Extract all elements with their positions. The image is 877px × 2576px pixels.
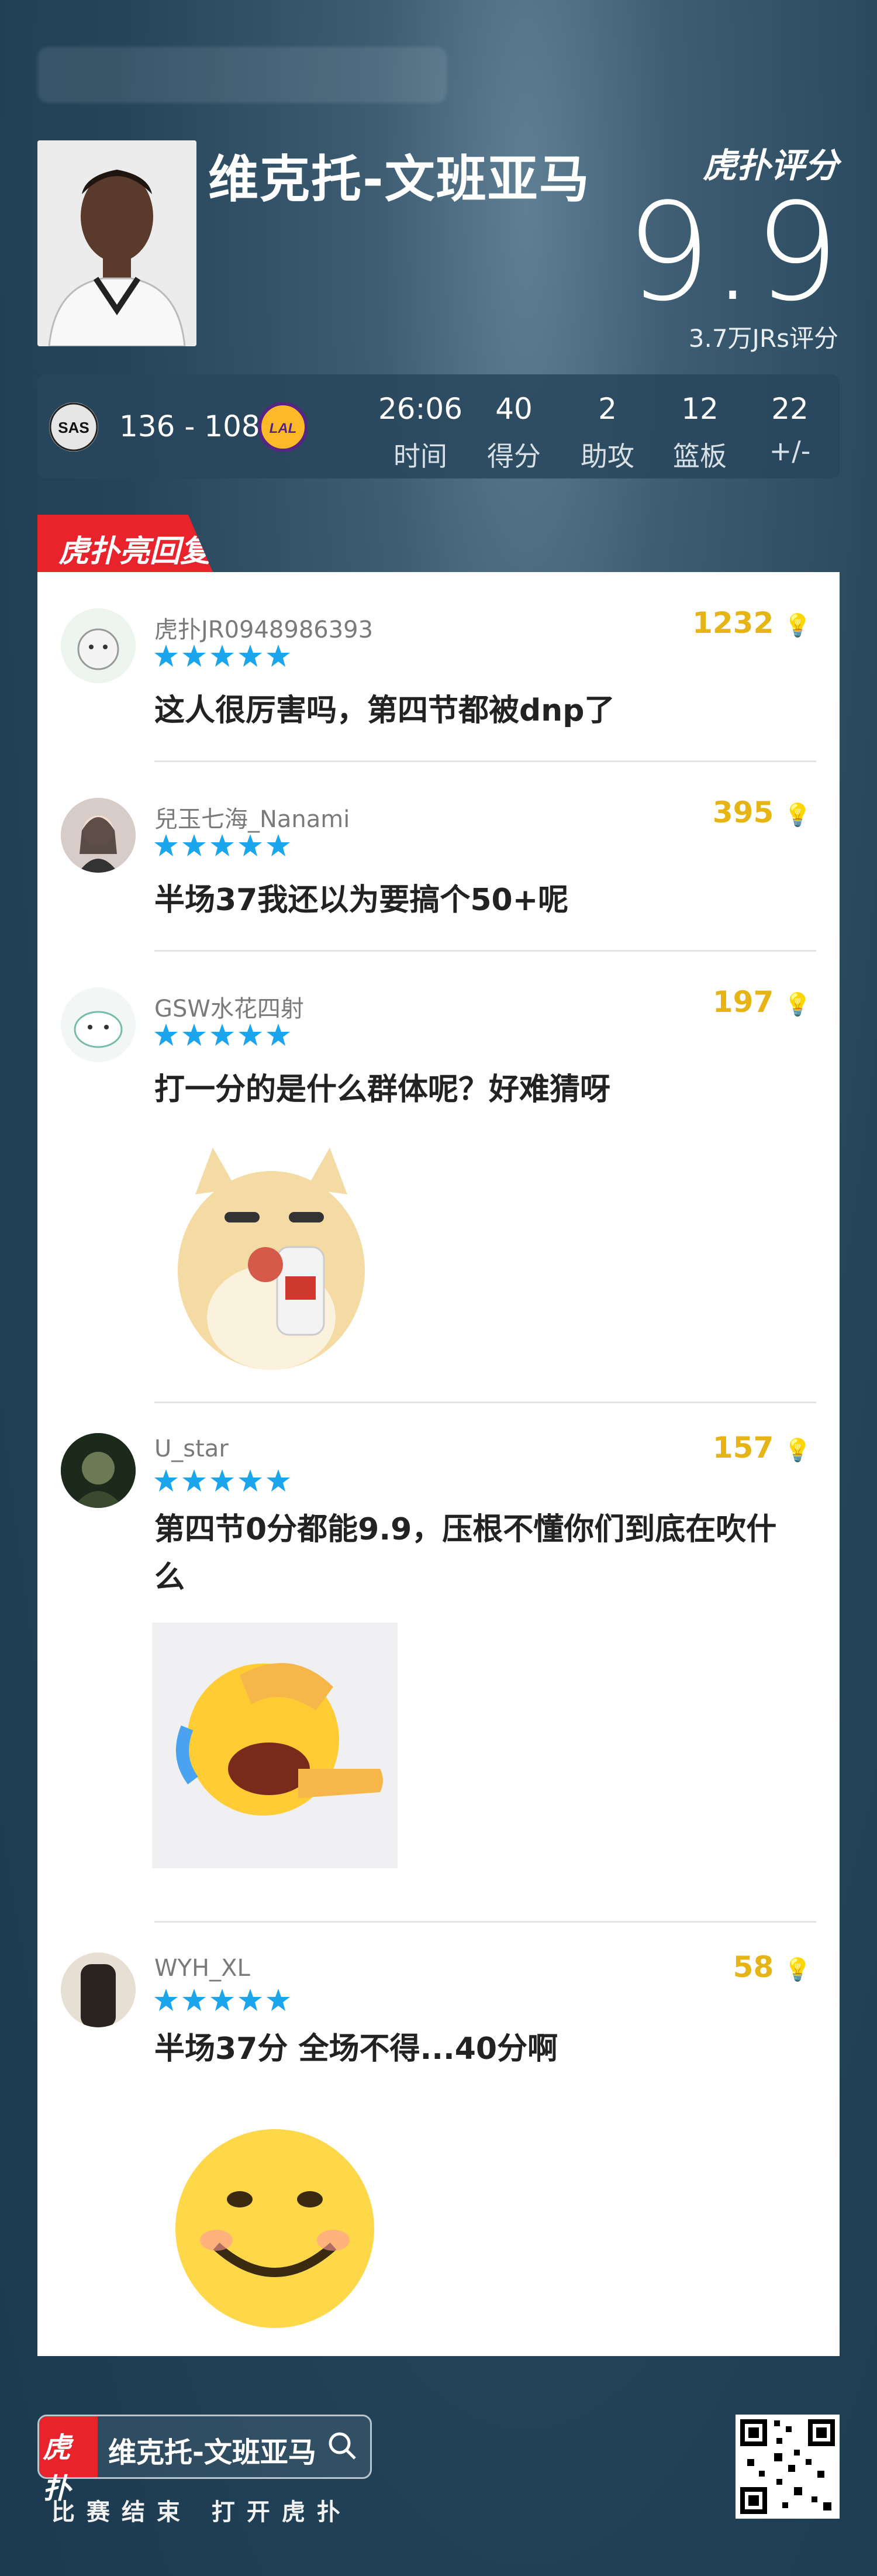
rating-stars xyxy=(154,833,295,861)
rating-stars xyxy=(154,1468,295,1496)
like-count-value: 197 xyxy=(712,985,774,1019)
rating-stars xyxy=(154,1988,295,2016)
rating-stars xyxy=(154,643,295,671)
user-avatar[interactable] xyxy=(61,798,136,873)
open-app-hint: 比赛结束 打开虎扑 xyxy=(51,2499,352,2526)
search-text: 维克托-文班亚马 xyxy=(108,2436,316,2469)
comment-text: 第四节0分都能9.9，压根不懂你们到底在吹什么 xyxy=(154,1512,777,1595)
comments-card: 虎扑JR0948986393 1232 💡 这人很厉害吗，第四节都被dnp了 兒 xyxy=(37,572,840,2356)
lightbulb-icon: 💡 xyxy=(783,612,812,638)
star-icon xyxy=(154,645,290,667)
comment-username[interactable]: WYH_XL xyxy=(154,1955,250,1982)
divider xyxy=(154,950,816,952)
comment-username[interactable]: U_star xyxy=(154,1435,229,1462)
comment-username[interactable]: GSW水花四射 xyxy=(154,990,304,1024)
stat-label: 篮板 xyxy=(673,440,727,472)
comment-username[interactable]: 兒玉七海_Nanami xyxy=(154,800,350,834)
stat-time: 26:06 时间 xyxy=(377,392,464,474)
game-stats-bar: SAS 136 - 108 LAL 26:06 时间 40 得分 2 助攻 12… xyxy=(37,374,840,478)
comment-username[interactable]: 虎扑JR0948986393 xyxy=(154,611,373,645)
like-count[interactable]: 157 💡 xyxy=(713,1431,812,1465)
star-icon xyxy=(154,1024,290,1046)
user-avatar[interactable] xyxy=(61,1433,136,1508)
search-bar[interactable]: 虎扑 维克托-文班亚马 xyxy=(37,2415,372,2505)
rating-stars xyxy=(154,1022,295,1051)
like-count-value: 1232 xyxy=(692,606,774,640)
stat-assists: 2 助攻 xyxy=(564,392,651,474)
lightbulb-icon: 💡 xyxy=(783,1437,812,1463)
lightbulb-icon: 💡 xyxy=(783,991,812,1017)
user-avatar[interactable] xyxy=(61,608,136,683)
comment-text: 打一分的是什么群体呢？好难猜呀 xyxy=(154,1072,611,1107)
player-avatar xyxy=(37,140,196,346)
divider xyxy=(154,760,816,762)
home-badge-text: SAS xyxy=(58,419,89,436)
rating-count: 3.7万JRs评分 xyxy=(688,324,838,353)
stat-rebounds: 12 篮板 xyxy=(656,392,744,474)
divider xyxy=(154,1401,816,1403)
like-count-value: 58 xyxy=(733,1950,774,1984)
section-title-tab: 虎扑亮回复 xyxy=(37,515,213,572)
comment-text: 半场37我还以为要搞个50+呢 xyxy=(154,883,569,918)
stat-value: 12 xyxy=(681,392,719,426)
away-badge-text: LAL xyxy=(270,421,297,436)
star-icon xyxy=(154,1469,290,1492)
spurs-logo-icon: SAS xyxy=(49,402,98,452)
laughing-emoji-sticker[interactable] xyxy=(152,1623,398,1868)
blurred-header-strip xyxy=(37,47,447,103)
stat-label: 得分 xyxy=(487,440,541,472)
lightbulb-icon: 💡 xyxy=(783,1957,812,1982)
stat-value: 2 xyxy=(598,392,617,426)
stat-points: 40 得分 xyxy=(470,392,558,474)
comment-text: 这人很厉害吗，第四节都被dnp了 xyxy=(154,693,615,728)
stat-label: 时间 xyxy=(393,440,447,472)
stat-plus-minus: 22 +/- xyxy=(746,392,834,467)
like-count[interactable]: 1232 💡 xyxy=(692,606,812,640)
stat-value: 22 xyxy=(771,392,809,426)
star-icon xyxy=(154,834,290,856)
game-score: 136 - 108 xyxy=(119,409,260,443)
stat-label: 助攻 xyxy=(581,440,634,472)
section-title: 虎扑亮回复 xyxy=(58,534,211,569)
user-avatar[interactable] xyxy=(61,987,136,1062)
hupu-logo-icon: 虎扑 xyxy=(39,2416,98,2505)
like-count-value: 157 xyxy=(712,1431,774,1465)
user-avatar[interactable] xyxy=(61,1952,136,2027)
comment-text: 半场37分 全场不得...40分啊 xyxy=(154,2031,558,2067)
star-icon xyxy=(154,1989,290,2011)
search-icon[interactable] xyxy=(326,2429,358,2464)
player-name: 维克托-文班亚马 xyxy=(208,150,591,209)
stat-value: 40 xyxy=(495,392,533,426)
like-count[interactable]: 197 💡 xyxy=(713,985,812,1019)
lakers-logo-icon: LAL xyxy=(258,402,308,452)
like-count[interactable]: 395 💡 xyxy=(713,795,812,829)
like-count-value: 395 xyxy=(712,795,774,829)
lightbulb-icon: 💡 xyxy=(783,802,812,828)
player-rating: 9.9 xyxy=(626,175,840,331)
stat-label: +/- xyxy=(769,435,811,467)
qr-code[interactable] xyxy=(736,2415,840,2519)
doge-drinking-sticker[interactable] xyxy=(154,1130,400,1376)
stat-value: 26:06 xyxy=(378,392,463,426)
divider xyxy=(154,1921,816,1923)
smiley-sticker[interactable] xyxy=(152,2100,398,2346)
like-count[interactable]: 58 💡 xyxy=(733,1950,812,1984)
